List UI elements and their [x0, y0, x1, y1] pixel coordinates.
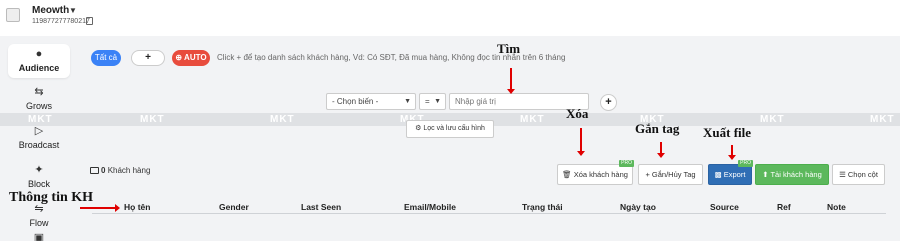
watermark-text: MKT	[140, 114, 165, 125]
sidebar-item-calendar[interactable]: ▣	[8, 232, 70, 241]
send-icon: ▷	[34, 125, 44, 137]
add-condition-button[interactable]: +	[600, 94, 617, 111]
delete-customers-button[interactable]: 🗑 Xóa khách hàng PRO	[557, 160, 634, 185]
trash-icon: 🗑	[562, 170, 572, 179]
pro-badge: PRO	[619, 160, 634, 167]
chevron-down-icon[interactable]: ▼	[69, 6, 77, 15]
arrows-icon: ⇆	[34, 86, 44, 98]
column-header-ref[interactable]: Ref	[777, 202, 791, 212]
sidebar-item-label: Flow	[29, 218, 49, 228]
annotation-delete: Xóa	[566, 106, 589, 121]
file-icon: ▩	[714, 170, 722, 179]
upload-icon: ⬆	[762, 170, 769, 179]
column-header-note[interactable]: Note	[827, 202, 846, 212]
main-content: Tất cả + ⊕ AUTO Click + để tạo danh sách…	[0, 36, 900, 241]
variable-select[interactable]: - Chọn biến - ▼	[326, 93, 416, 110]
filter-save-label: Lọc và lưu cấu hình	[423, 125, 485, 132]
customer-count-label: Khách hàng	[107, 166, 151, 175]
list-icon: ☰	[839, 170, 846, 179]
add-filter-button[interactable]: +	[131, 50, 165, 66]
annotation-export: Xuất file	[703, 125, 752, 140]
annotation-tag: Gắn tag	[635, 121, 680, 136]
sidebar-item-audience[interactable]: ● Audience	[8, 44, 70, 78]
upload-customers-button[interactable]: ⬆ Tải khách hàng	[755, 164, 829, 185]
page-avatar[interactable]	[6, 8, 20, 22]
export-button[interactable]: ▩ Export PRO	[708, 160, 753, 185]
variable-select-value: - Chọn biến -	[332, 97, 379, 106]
users-icon	[90, 167, 99, 174]
user-icon: ●	[35, 48, 43, 60]
sidebar-item-label: Audience	[18, 63, 60, 73]
sidebar-item-flow[interactable]: ⇋ Flow	[8, 203, 70, 228]
arrow-down-icon	[507, 68, 515, 94]
upload-customers-label: Tải khách hàng	[770, 170, 822, 179]
watermark-text: MKT	[520, 114, 545, 125]
filter-save-button[interactable]: ⚙ Lọc và lưu cấu hình	[406, 120, 494, 138]
auto-filter-button[interactable]: ⊕ AUTO	[172, 50, 210, 66]
arrow-right-icon	[80, 204, 120, 212]
sidebar-item-label: Grows	[25, 101, 52, 111]
gear-icon: ⚙	[415, 125, 422, 132]
choose-columns-button[interactable]: ☰ Chọn cột	[832, 164, 885, 185]
account-id: 119877277780217	[32, 18, 90, 25]
calendar-icon: ▣	[33, 232, 45, 241]
plus-circle-icon: ⊕	[175, 53, 183, 62]
arrow-down-icon	[728, 145, 736, 160]
customer-count: 0 Khách hàng	[90, 166, 150, 175]
column-header-created[interactable]: Ngày tạo	[620, 202, 656, 212]
block-icon: ✦	[34, 164, 44, 176]
watermark-text: MKT	[760, 114, 785, 125]
tag-toggle-label: Gắn/Hủy Tag	[651, 170, 696, 179]
chevron-down-icon: ▼	[404, 98, 411, 105]
plus-icon: +	[645, 170, 650, 179]
watermark-text: MKT	[870, 114, 895, 125]
arrow-down-icon	[577, 128, 585, 156]
sidebar-item-label: Broadcast	[18, 140, 60, 150]
pro-badge: PRO	[738, 160, 753, 167]
choose-columns-label: Chọn cột	[847, 170, 878, 179]
column-header-gender[interactable]: Gender	[219, 202, 249, 212]
column-header-last-seen[interactable]: Last Seen	[301, 202, 341, 212]
annotation-search: Tìm	[497, 41, 521, 56]
chevron-down-icon: ▼	[434, 98, 441, 105]
sidebar: ● Audience ⇆ Grows ▷ Broadcast ✦ Block ⇋…	[0, 36, 76, 241]
auto-label: AUTO	[184, 53, 207, 62]
sidebar-item-grows[interactable]: ⇆ Grows	[8, 86, 70, 111]
tag-toggle-button[interactable]: + Gắn/Hủy Tag	[638, 164, 703, 185]
header-divider	[92, 213, 886, 214]
operator-select-value: =	[425, 97, 430, 106]
account-name[interactable]: Meowth	[32, 5, 69, 16]
column-header-email-mobile[interactable]: Email/Mobile	[404, 202, 456, 212]
sidebar-item-broadcast[interactable]: ▷ Broadcast	[8, 125, 70, 150]
column-header-source[interactable]: Source	[710, 202, 739, 212]
column-header-status[interactable]: Trạng thái	[522, 202, 563, 212]
export-label: Export	[723, 170, 746, 179]
operator-select[interactable]: = ▼	[419, 93, 446, 110]
copy-icon[interactable]	[86, 17, 93, 25]
annotation-customer-info: Thông tin KH	[9, 190, 94, 205]
delete-customers-label: Xóa khách hàng	[573, 170, 628, 179]
customer-count-value: 0	[101, 166, 106, 175]
watermark-text: MKT	[28, 114, 53, 125]
watermark-text: MKT	[270, 114, 295, 125]
arrow-down-icon	[657, 142, 665, 158]
top-bar: Meowth ▼ 119877277780217	[0, 0, 900, 36]
column-header-name[interactable]: Họ tên	[124, 202, 150, 212]
filter-all-button[interactable]: Tất cả	[91, 50, 121, 66]
sidebar-item-block[interactable]: ✦ Block	[8, 164, 70, 189]
sidebar-item-label: Block	[27, 179, 50, 189]
